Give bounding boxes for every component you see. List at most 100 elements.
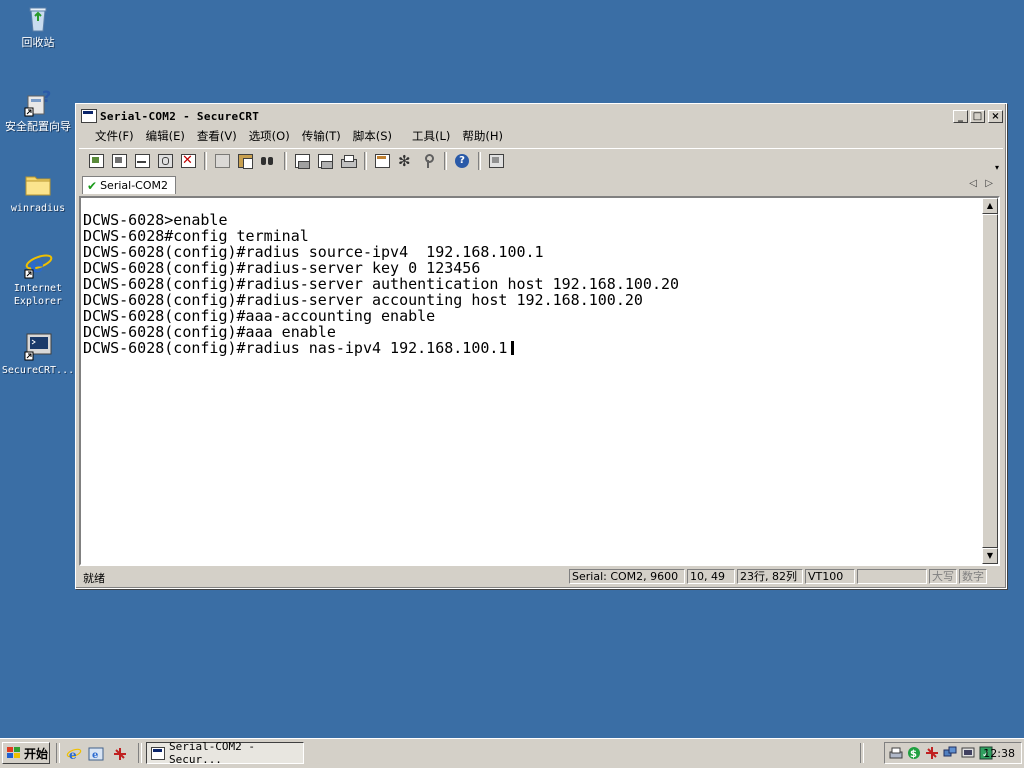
system-tray: $ ✓ 12:38 xyxy=(884,742,1022,764)
svg-text:$: $ xyxy=(910,749,917,760)
help-icon[interactable]: ? xyxy=(453,152,471,170)
session-options-icon[interactable] xyxy=(373,152,391,170)
terminal-line: DCWS-6028(config)#radius-server authenti… xyxy=(83,275,680,293)
tab-scroll-right-icon[interactable]: ▷ xyxy=(985,178,993,189)
status-connection: Serial: COM2, 9600 xyxy=(569,569,685,584)
status-num-lock: 数字 xyxy=(959,569,987,584)
folder-icon xyxy=(22,168,54,200)
start-button[interactable]: 开始 xyxy=(2,742,50,764)
terminal-line: DCWS-6028(config)#radius-server accounti… xyxy=(83,291,643,309)
internet-explorer-icon: e xyxy=(22,248,54,280)
connect-icon[interactable] xyxy=(87,152,105,170)
start-label: 开始 xyxy=(24,746,49,761)
print-screen-icon[interactable] xyxy=(293,152,311,170)
desktop-icon-label: 安全配置向导 xyxy=(5,120,71,133)
terminal-line: DCWS-6028(config)#aaa-accounting enable xyxy=(83,307,436,325)
disconnect-icon[interactable]: ✕ xyxy=(179,152,197,170)
paste-icon[interactable] xyxy=(236,152,254,170)
taskbar-button-securecrt[interactable]: Serial-COM2 - Secur... xyxy=(146,740,304,766)
terminal-cursor xyxy=(511,341,515,355)
connect-in-tab-icon[interactable] xyxy=(133,152,151,170)
desktop-icon-recycle-bin[interactable]: 回收站 xyxy=(0,2,76,49)
menu-tools[interactable]: 工具(L) xyxy=(406,126,456,146)
status-bar: 就绪 Serial: COM2, 9600 10, 49 23行, 82列 VT… xyxy=(79,568,1003,586)
title-bar[interactable]: Serial-COM2 - SecureCRT _ □ × xyxy=(79,107,1003,125)
clock: 12:38 xyxy=(983,747,1015,760)
desktop-icon-label: 回收站 xyxy=(21,36,55,49)
security-wizard-icon: ? xyxy=(22,86,54,118)
desktop-icon-security-wizard[interactable]: ? 安全配置向导 xyxy=(0,86,76,133)
toolbar-overflow-icon[interactable]: ▾ xyxy=(995,163,999,172)
terminal-line: DCWS-6028>enable xyxy=(83,212,228,229)
quicklaunch-ie-icon[interactable]: e xyxy=(66,746,82,762)
status-caps-lock: 大写 xyxy=(929,569,957,584)
minimize-button[interactable]: _ xyxy=(953,109,968,123)
tab-bar: ✔ Serial-COM2 ◁ ▷ xyxy=(79,174,1003,196)
status-cursor-position: 10, 49 xyxy=(687,569,735,584)
window-title: Serial-COM2 - SecureCRT xyxy=(100,109,260,123)
print-icon[interactable] xyxy=(339,152,357,170)
scroll-up-icon[interactable]: ▲ xyxy=(982,198,998,214)
tray-antivirus-icon[interactable]: $ xyxy=(907,746,921,760)
menu-help[interactable]: 帮助(H) xyxy=(456,126,509,146)
quick-connect-icon[interactable] xyxy=(110,152,128,170)
recycle-bin-icon xyxy=(22,2,54,34)
key-icon[interactable] xyxy=(419,152,437,170)
scroll-down-icon[interactable]: ▼ xyxy=(982,548,998,564)
menu-file[interactable]: 文件(F) xyxy=(89,126,140,146)
desktop-icon-internet-explorer[interactable]: e Internet Explorer xyxy=(0,248,76,308)
tab-scroll-left-icon[interactable]: ◁ xyxy=(969,178,977,189)
menu-edit[interactable]: 编辑(E) xyxy=(140,126,191,146)
windows-logo-icon xyxy=(7,747,21,759)
menu-bar: 文件(F) 编辑(E) 查看(V) 选项(O) 传输(T) 脚本(S) 工具(L… xyxy=(79,126,1003,146)
desktop-icon-label: SecureCRT... xyxy=(1,365,75,376)
sftp-icon[interactable] xyxy=(487,152,505,170)
menu-view[interactable]: 查看(V) xyxy=(191,126,243,146)
tray-printer-icon[interactable] xyxy=(889,746,903,760)
terminal-line: DCWS-6028(config)#radius nas-ipv4 192.16… xyxy=(83,340,983,356)
terminal-line: DCWS-6028(config)#radius-server key 0 12… xyxy=(83,259,481,277)
find-icon[interactable] xyxy=(259,152,277,170)
securecrt-task-icon xyxy=(151,746,165,760)
maximize-button[interactable]: □ xyxy=(970,109,985,123)
terminal-output[interactable]: DCWS-6028>enable DCWS-6028#config termina… xyxy=(83,212,983,560)
copy-icon[interactable] xyxy=(213,152,231,170)
quicklaunch-ie-browser-icon[interactable]: e xyxy=(88,746,104,762)
tray-network-connection-icon[interactable] xyxy=(943,746,957,760)
taskbar: 开始 e e Serial-COM2 - Secur... $ ✓ 12:38 xyxy=(0,738,1024,768)
reconnect-icon[interactable] xyxy=(156,152,174,170)
scroll-thumb[interactable] xyxy=(982,214,998,548)
menu-script[interactable]: 脚本(S) xyxy=(347,126,398,146)
quicklaunch-network-icon[interactable] xyxy=(112,746,128,762)
vertical-scrollbar[interactable]: ▲ ▼ xyxy=(982,198,998,564)
desktop-icon-label: winradius xyxy=(10,203,66,214)
securecrt-shortcut-icon xyxy=(22,330,54,362)
tray-monitor-icon[interactable] xyxy=(961,746,975,760)
menu-transfer[interactable]: 传输(T) xyxy=(296,126,347,146)
status-emulation: VT100 xyxy=(805,569,855,584)
tab-serial-com2[interactable]: ✔ Serial-COM2 xyxy=(82,176,176,194)
status-ready: 就绪 xyxy=(83,572,105,585)
terminal-line: DCWS-6028#config terminal xyxy=(83,227,309,245)
svg-text:e: e xyxy=(69,748,77,762)
desktop-icon-label: Internet Explorer xyxy=(13,283,63,307)
tray-network-tool-icon[interactable] xyxy=(925,746,939,760)
print-selection-icon[interactable] xyxy=(316,152,334,170)
tab-label: Serial-COM2 xyxy=(100,179,168,192)
terminal-line: DCWS-6028(config)#aaa enable xyxy=(83,323,336,341)
close-button[interactable]: × xyxy=(988,109,1003,123)
svg-text:e: e xyxy=(92,750,98,761)
desktop-icon-winradius[interactable]: winradius xyxy=(0,168,76,215)
menu-options[interactable]: 选项(O) xyxy=(243,126,296,146)
connected-check-icon: ✔ xyxy=(87,178,98,193)
svg-text:?: ? xyxy=(42,87,51,106)
status-blank xyxy=(857,569,927,584)
terminal-line: DCWS-6028(config)#radius source-ipv4 192… xyxy=(83,243,544,261)
app-icon[interactable] xyxy=(81,109,97,123)
global-options-icon[interactable]: ✻ xyxy=(396,152,414,170)
status-terminal-size: 23行, 82列 xyxy=(737,569,803,584)
toolbar: ✕ ✻ ? ▾ xyxy=(79,148,1003,173)
terminal-area[interactable]: DCWS-6028>enable DCWS-6028#config termina… xyxy=(79,196,1000,566)
desktop-icon-securecrt[interactable]: SecureCRT... xyxy=(0,330,76,377)
taskbar-button-label: Serial-COM2 - Secur... xyxy=(168,740,256,766)
